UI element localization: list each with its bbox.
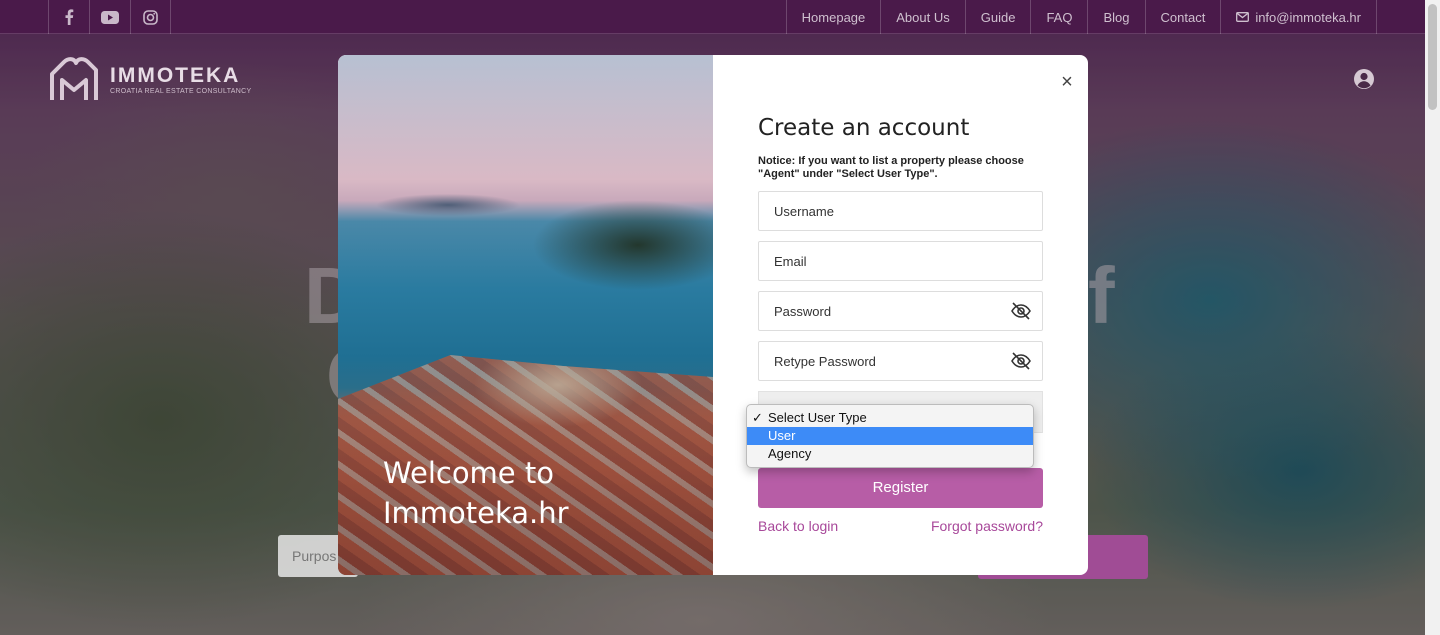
instagram-link[interactable] xyxy=(130,0,171,34)
register-button[interactable]: Register xyxy=(758,468,1043,508)
option-user[interactable]: User xyxy=(747,427,1033,445)
welcome-heading: Welcome to Immoteka.hr xyxy=(383,453,569,533)
email-address: info@immoteka.hr xyxy=(1255,9,1361,25)
social-links xyxy=(48,0,171,34)
user-account-icon[interactable] xyxy=(1353,68,1375,90)
house-heart-logo-icon xyxy=(50,57,98,100)
youtube-link[interactable] xyxy=(89,0,130,34)
dubrovnik-photo: Welcome to Immoteka.hr xyxy=(338,55,713,575)
welcome-line-2: Immoteka.hr xyxy=(383,496,569,530)
back-to-login-link[interactable]: Back to login xyxy=(758,518,838,534)
nav-faq[interactable]: FAQ xyxy=(1030,0,1087,34)
retype-password-input[interactable]: Retype Password xyxy=(758,341,1043,381)
youtube-icon xyxy=(101,10,119,24)
option-label: Select User Type xyxy=(768,410,867,425)
username-input[interactable]: Username xyxy=(758,191,1043,231)
option-agency[interactable]: Agency xyxy=(747,445,1033,463)
username-placeholder: Username xyxy=(774,204,834,219)
register-form: Create an account Notice: If you want to… xyxy=(758,115,1043,534)
nav-email[interactable]: info@immoteka.hr xyxy=(1220,0,1377,34)
scrollbar-thumb[interactable] xyxy=(1428,4,1437,110)
facebook-icon xyxy=(65,9,74,25)
page-scrollbar[interactable] xyxy=(1425,0,1440,635)
welcome-line-1: Welcome to xyxy=(383,456,554,490)
password-placeholder: Password xyxy=(774,304,832,319)
top-bar: Homepage About Us Guide FAQ Blog Contact… xyxy=(0,0,1425,34)
register-modal: Welcome to Immoteka.hr × Create an accou… xyxy=(338,55,1088,575)
option-label: User xyxy=(768,428,796,443)
logo-name: IMMOTEKA xyxy=(110,63,241,87)
facebook-link[interactable] xyxy=(48,0,89,34)
logo-tagline: CROATIA REAL ESTATE CONSULTANCY xyxy=(110,87,252,95)
top-navigation: Homepage About Us Guide FAQ Blog Contact… xyxy=(785,0,1377,34)
form-links: Back to login Forgot password? xyxy=(758,518,1043,534)
eye-slash-icon[interactable] xyxy=(1010,351,1032,371)
agent-notice: Notice: If you want to list a property p… xyxy=(758,155,1024,180)
option-select-user-type[interactable]: ✓ Select User Type xyxy=(747,409,1033,427)
close-icon[interactable]: × xyxy=(1057,72,1077,92)
instagram-icon xyxy=(143,9,158,25)
eye-slash-icon[interactable] xyxy=(1010,301,1032,321)
checkmark-icon: ✓ xyxy=(752,410,763,425)
nav-guide[interactable]: Guide xyxy=(964,0,1031,34)
nav-contact[interactable]: Contact xyxy=(1144,0,1221,34)
email-input[interactable]: Email xyxy=(758,241,1043,281)
form-title: Create an account xyxy=(758,115,970,141)
retype-password-placeholder: Retype Password xyxy=(774,354,876,369)
password-input[interactable]: Password xyxy=(758,291,1043,331)
user-type-dropdown-menu: ✓ Select User Type User Agency xyxy=(746,404,1034,468)
option-label: Agency xyxy=(768,446,812,461)
nav-homepage[interactable]: Homepage xyxy=(785,0,881,34)
nav-blog[interactable]: Blog xyxy=(1087,0,1144,34)
site-logo[interactable]: IMMOTEKA CROATIA REAL ESTATE CONSULTANCY xyxy=(48,56,251,102)
email-placeholder: Email xyxy=(774,254,807,269)
nav-about-us[interactable]: About Us xyxy=(880,0,964,34)
forgot-password-link[interactable]: Forgot password? xyxy=(931,518,1043,534)
envelope-icon xyxy=(1236,12,1250,22)
